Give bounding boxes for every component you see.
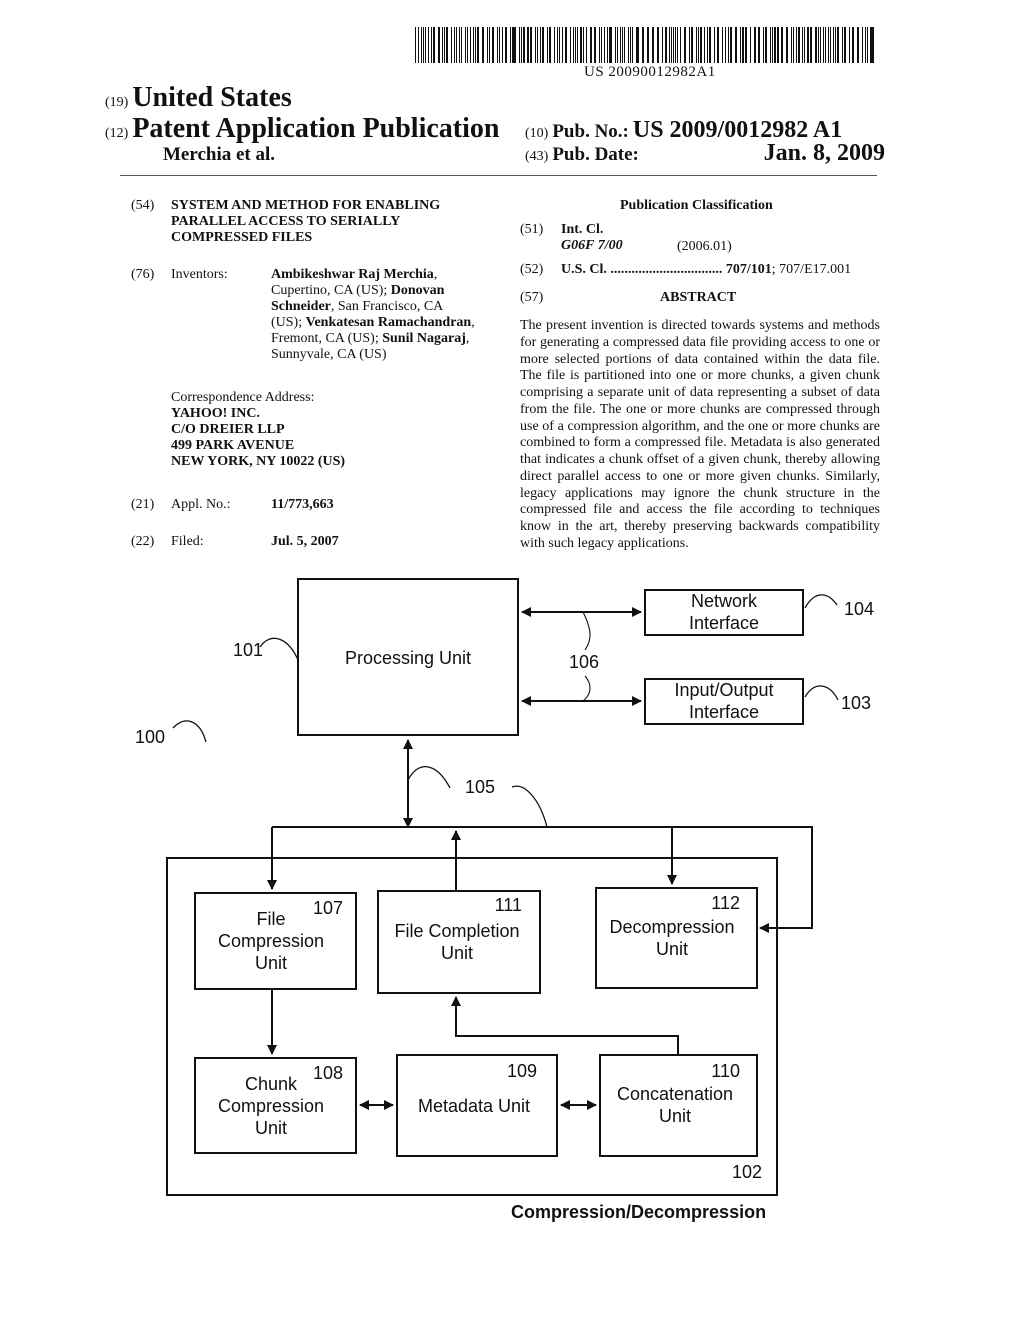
concatenation-to-completion-line [455, 1000, 679, 1055]
chunk-compression-label: Chunk [245, 1074, 298, 1094]
metadata-label: Metadata Unit [418, 1096, 530, 1116]
ref-101: 101 [233, 640, 263, 660]
ref-104: 104 [844, 599, 874, 619]
network-interface-label: Network [691, 591, 758, 611]
ref-104-leader [804, 594, 838, 609]
ref-101-leader [259, 637, 299, 661]
decompression-label: Unit [656, 939, 688, 959]
ref-112: 112 [711, 893, 740, 913]
ref-107: 107 [313, 898, 343, 918]
file-completion-label: File Completion [394, 921, 519, 941]
decompression-label: Decompression [609, 917, 734, 937]
ref-100-leader [172, 720, 207, 743]
chunk-compression-label: Compression [218, 1096, 324, 1116]
ref-106-leader-b [582, 675, 591, 702]
file-compression-label: Unit [255, 953, 287, 973]
ref-103: 103 [841, 693, 871, 713]
io-interface-label: Input/Output [674, 680, 773, 700]
concatenation-label: Unit [659, 1106, 691, 1126]
file-compression-label: File [256, 909, 285, 929]
ref-105-leader-a [407, 766, 451, 789]
ref-102: 102 [732, 1162, 762, 1182]
file-completion-label: Unit [441, 943, 473, 963]
ref-105-leader-b [511, 785, 548, 828]
ref-110: 110 [711, 1061, 740, 1081]
ref-109: 109 [507, 1061, 537, 1081]
ref-105: 105 [465, 777, 495, 797]
processing-unit-label: Processing Unit [345, 648, 471, 668]
block-diagram: Processing Unit Network Interface Input/… [135, 578, 874, 1222]
io-interface-label: Interface [689, 702, 759, 722]
module-caption: Compression/Decompression [511, 1202, 766, 1222]
file-compression-label: Compression [218, 931, 324, 951]
network-interface-label: Interface [689, 613, 759, 633]
ref-100: 100 [135, 727, 165, 747]
ref-106: 106 [569, 652, 599, 672]
chunk-compression-label: Unit [255, 1118, 287, 1138]
ref-106-leader-a [582, 611, 591, 651]
ref-111: 111 [495, 895, 522, 915]
ref-108: 108 [313, 1063, 343, 1083]
ref-103-leader [804, 685, 839, 701]
concatenation-label: Concatenation [617, 1084, 733, 1104]
